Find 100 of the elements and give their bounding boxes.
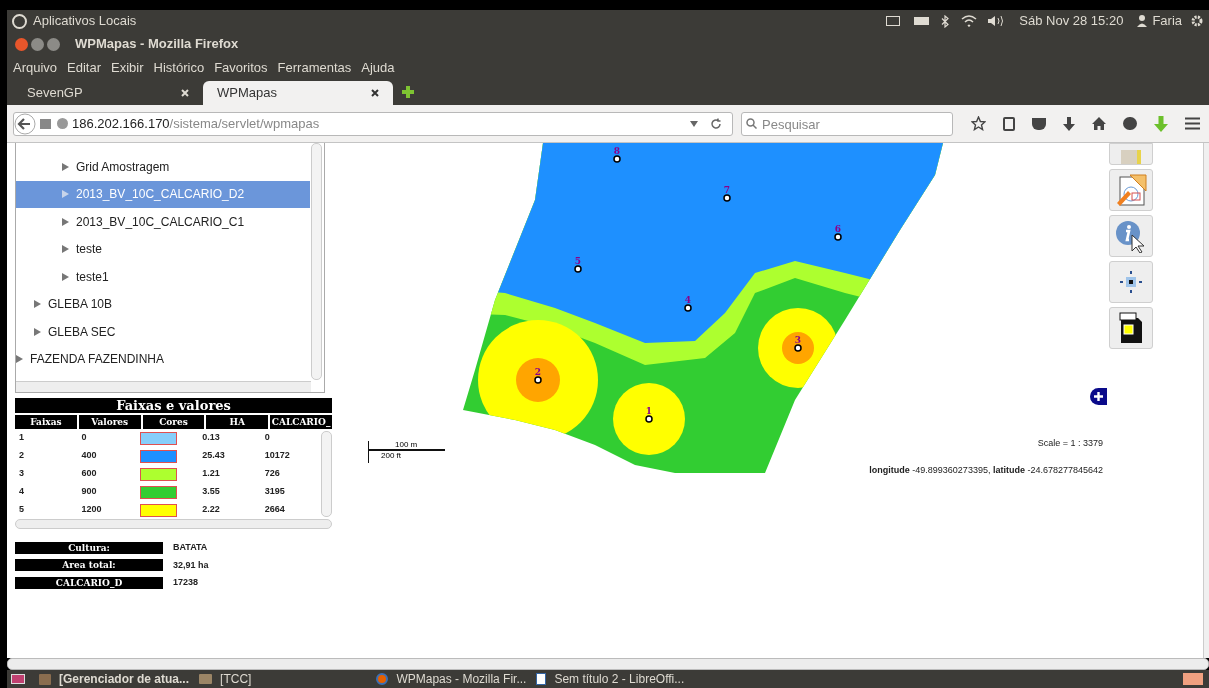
tree-item[interactable]: teste1	[16, 263, 310, 291]
tree-item-label: GLEBA SEC	[48, 323, 116, 341]
column-header: HA	[206, 415, 269, 429]
expand-arrow-icon[interactable]	[34, 327, 41, 336]
taskbar-item[interactable]: [TCC]	[199, 670, 252, 688]
horizontal-scrollbar[interactable]	[16, 381, 311, 392]
bluetooth-icon[interactable]	[941, 14, 950, 28]
sample-point-icon[interactable]	[723, 194, 731, 202]
maximize-icon[interactable]	[47, 37, 60, 51]
menu-item[interactable]: Exibir	[111, 58, 144, 78]
menu-icon[interactable]	[1185, 117, 1200, 130]
table-cell-text: 2664	[263, 503, 286, 517]
table-cell-text: 3.55	[201, 485, 221, 499]
table-cell-text: 5	[18, 503, 25, 517]
tree-item-label: teste	[76, 241, 102, 259]
column-header: Valores	[78, 415, 141, 429]
minimize-icon[interactable]	[31, 37, 44, 51]
expand-arrow-icon[interactable]	[62, 245, 69, 254]
pan-tool-button[interactable]	[1109, 261, 1153, 303]
settings-icon[interactable]	[1190, 14, 1204, 28]
summary-label: Cultura:	[15, 541, 163, 554]
tree-item[interactable]: 2013_BV_10C_CALCARIO_C1	[16, 208, 310, 236]
tree-item[interactable]: FAZENDA FAZENDINHA	[16, 345, 310, 373]
sample-point-icon[interactable]	[645, 415, 653, 423]
expand-arrow-icon[interactable]	[62, 272, 69, 281]
sample-point-icon[interactable]	[613, 155, 621, 163]
browser-tab[interactable]: WPMapas	[203, 81, 393, 105]
battery-icon[interactable]	[914, 17, 930, 25]
column-header: Faixas	[15, 415, 77, 429]
table-cell-text: 2	[18, 449, 25, 463]
sample-point-icon[interactable]	[534, 376, 542, 384]
tree-item[interactable]: teste	[16, 235, 310, 263]
reload-icon[interactable]	[710, 117, 722, 130]
box-icon	[39, 673, 51, 685]
menu-item[interactable]: Favoritos	[214, 58, 268, 78]
tree-item[interactable]: Grid Amostragem	[16, 153, 310, 181]
dropdown-icon[interactable]	[690, 120, 698, 127]
mail-icon[interactable]	[886, 16, 901, 26]
reading-list-icon[interactable]	[1003, 116, 1015, 131]
bookmark-star-icon[interactable]	[971, 116, 986, 131]
show-desktop-icon[interactable]	[11, 674, 25, 684]
new-tab-icon[interactable]	[401, 85, 415, 99]
zip-download-button[interactable]	[1109, 307, 1153, 349]
address-field[interactable]: 186.202.166.170/sistema/servlet/wpmapas	[13, 111, 733, 136]
tree-item[interactable]: GLEBA 10B	[16, 290, 310, 318]
window-title: WPMapas - Mozilla Firefox	[75, 35, 239, 54]
point-label: 4	[684, 295, 692, 305]
point-label: 2	[534, 367, 542, 377]
taskbar-item[interactable]: Sem título 2 - LibreOffi...	[536, 670, 685, 688]
table-cell-text: 600	[80, 467, 98, 481]
ubuntu-logo-icon[interactable]	[12, 13, 27, 29]
taskbar-item[interactable]: [Gerenciador de atua...	[39, 670, 190, 688]
volume-icon[interactable]	[987, 15, 1006, 27]
info-tool-button[interactable]	[1109, 215, 1153, 257]
browser-icon	[376, 673, 389, 685]
menu-item[interactable]: Histórico	[153, 58, 205, 78]
download-icon[interactable]	[1063, 116, 1075, 131]
zoom-in-icon[interactable]	[1090, 388, 1107, 405]
search-icon	[746, 117, 757, 129]
clock[interactable]: Sáb Nov 28 15:20	[1019, 11, 1124, 31]
point-label: 7	[723, 185, 731, 195]
url-host: 186.202.166.170	[72, 114, 170, 133]
home-icon[interactable]	[1092, 117, 1106, 130]
sample-point-icon[interactable]	[834, 233, 842, 241]
close-icon[interactable]	[15, 37, 28, 51]
horizontal-scrollbar[interactable]	[15, 519, 332, 529]
user-icon[interactable]	[1137, 15, 1148, 27]
menu-item[interactable]: Ajuda	[361, 58, 395, 78]
expand-arrow-icon[interactable]	[34, 300, 41, 309]
expand-arrow-icon[interactable]	[62, 162, 69, 171]
expand-arrow-icon[interactable]	[16, 355, 23, 364]
column-header: Cores	[142, 415, 205, 429]
sample-point-icon[interactable]	[794, 344, 802, 352]
table-cell-text: 3	[18, 467, 25, 481]
summary-label: Area total:	[15, 559, 163, 572]
page-icon	[40, 118, 51, 129]
table-cell-text: 1200	[80, 503, 103, 517]
taskbar-item[interactable]: WPMapas - Mozilla Fir...	[376, 670, 527, 688]
url-path: /sistema/servlet/wpmapas	[169, 114, 320, 133]
menu-item[interactable]: Editar	[67, 58, 102, 78]
table-cell-text: 0.13	[201, 431, 221, 445]
tree-item-label: teste1	[76, 268, 109, 286]
menu-item[interactable]: Arquivo	[13, 58, 58, 78]
tree-item[interactable]: GLEBA SEC	[16, 318, 310, 346]
horizontal-scrollbar[interactable]	[7, 658, 1209, 670]
wifi-icon[interactable]	[961, 15, 978, 27]
close-tab-icon[interactable]	[371, 89, 379, 97]
browser-tab[interactable]: SevenGP	[13, 81, 203, 105]
expand-arrow-icon[interactable]	[62, 217, 69, 226]
summary-value: 32,91 ha	[173, 558, 209, 572]
sample-point-icon[interactable]	[574, 265, 582, 273]
point-label: 5	[574, 256, 582, 266]
scale-bar: 100 m 200 ft	[368, 441, 446, 463]
menu-item[interactable]: Ferramentas	[277, 58, 352, 78]
search-field[interactable]: Pesquisar	[741, 112, 953, 136]
back-icon[interactable]	[14, 112, 36, 135]
sample-point-icon[interactable]	[684, 304, 692, 312]
table-cell-text: 1.21	[201, 467, 221, 481]
user-name[interactable]: Faria	[1152, 11, 1182, 31]
draw-tool-button[interactable]	[1109, 169, 1153, 211]
